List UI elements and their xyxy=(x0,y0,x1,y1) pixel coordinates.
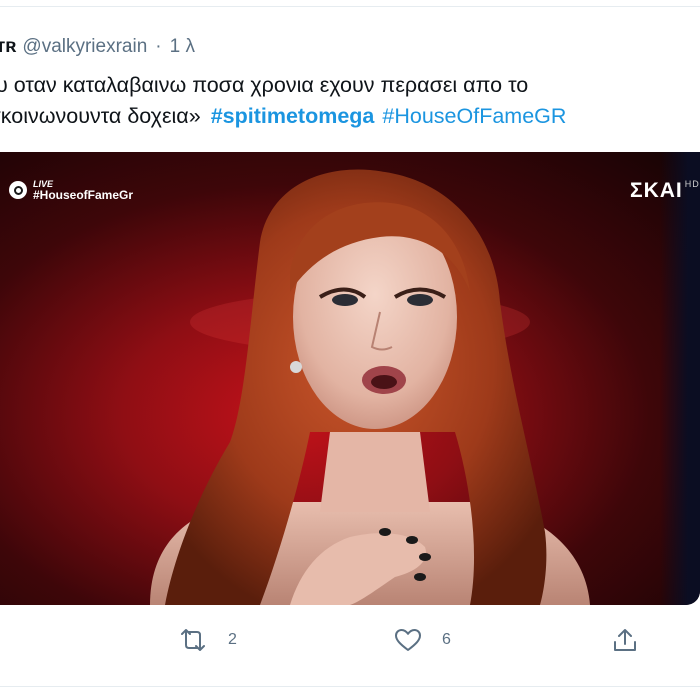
top-divider xyxy=(0,6,700,7)
hashtag-spitimetomega[interactable]: #spitimetomega xyxy=(211,104,375,128)
channel-logo: ΣΚΑΙ HD xyxy=(630,179,700,203)
like-button[interactable]: 6 xyxy=(394,620,451,660)
share-icon xyxy=(614,629,636,651)
tweet-text-line-1: υ οταν καταλαβαινω ποσα χρονια εχουν περ… xyxy=(0,73,529,97)
tweet-text-line-2: γκοινωνουντα δοχεια» #spitimetomega #House… xyxy=(0,101,700,132)
live-hashtag: #HouseofFameGr xyxy=(33,188,134,202)
user-handle[interactable]: @valkyriexrain xyxy=(22,36,147,58)
heart-icon xyxy=(395,629,421,651)
tweet-media-image[interactable]: LIVE #HouseofFameGr ΣΚΑΙ HD xyxy=(0,152,700,605)
tweet-text-line-2-body: γκοινωνουντα δοχεια» xyxy=(0,104,201,128)
bottom-divider xyxy=(0,686,700,687)
tweet-text: υ οταν καταλαβαινω ποσα χρονια εχουν περ… xyxy=(0,70,700,132)
tweet-timestamp[interactable]: 1 λ xyxy=(170,36,195,58)
share-button[interactable] xyxy=(612,620,638,660)
house-of-fame-logo-icon xyxy=(9,181,27,199)
retweet-count: 2 xyxy=(228,631,237,648)
performer-figure xyxy=(150,169,590,605)
display-name[interactable]: тʀ xyxy=(0,36,16,58)
header-separator: · xyxy=(155,36,162,57)
channel-hd: HD xyxy=(684,179,700,189)
retweet-button[interactable]: 2 xyxy=(178,620,237,660)
channel-logo-text: ΣΚΑΙ xyxy=(630,179,683,202)
tweet-header: тʀ @valkyriexrain · 1 λ xyxy=(0,34,195,60)
live-watermark: LIVE #HouseofFameGr xyxy=(9,179,133,201)
stage-dark-edge xyxy=(660,152,700,605)
tweet-actions: 2 6 xyxy=(0,620,700,660)
hashtag-houseoffamegr[interactable]: #HouseOfFameGR xyxy=(382,104,566,128)
retweet-icon xyxy=(181,629,205,651)
like-count: 6 xyxy=(442,631,451,648)
